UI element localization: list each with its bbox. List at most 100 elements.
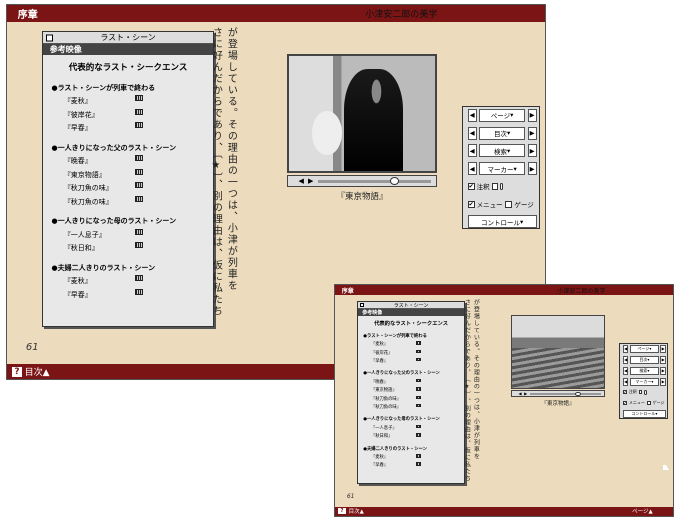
- page-next-button[interactable]: ▶: [660, 344, 666, 353]
- search-next-button[interactable]: ▶: [527, 144, 537, 158]
- film-icon[interactable]: [415, 357, 421, 362]
- help-button[interactable]: ?: [338, 508, 346, 515]
- film-item[interactable]: 『秋刀魚の味』: [51, 182, 144, 196]
- page-prev-button[interactable]: ◀: [622, 344, 629, 353]
- film-icon[interactable]: [415, 387, 421, 391]
- toc-footer-button[interactable]: 目次▲: [349, 507, 364, 515]
- film-item[interactable]: 『一人息子』: [363, 424, 421, 433]
- film-icon[interactable]: [135, 275, 144, 282]
- page-footer-button[interactable]: ページ▲: [632, 507, 653, 515]
- reference-video-window[interactable]: ラスト・シーン 参考映像 代表的なラスト・シークエンス ●ラスト・シーンが列車で…: [356, 301, 466, 484]
- video-scrubber[interactable]: [317, 177, 431, 186]
- page-next-button[interactable]: ▶: [527, 108, 537, 122]
- marker-prev-button[interactable]: ◀: [622, 377, 629, 386]
- film-item[interactable]: 『麦秋』: [363, 341, 421, 349]
- scrubber-knob[interactable]: [575, 391, 582, 396]
- toc-menu[interactable]: 目次 ▾: [479, 126, 525, 140]
- film-icon[interactable]: [415, 403, 421, 408]
- film-item[interactable]: 『秋刀魚の味』: [51, 195, 144, 210]
- note-checkbox[interactable]: ✔ 注釈: [622, 388, 637, 396]
- gauge-checkbox[interactable]: ゲージ: [505, 198, 534, 211]
- toc-prev-button[interactable]: ◀: [467, 126, 477, 140]
- film-icon[interactable]: [135, 228, 144, 235]
- toc-next-button[interactable]: ▶: [660, 355, 666, 364]
- video-controller[interactable]: ◀ ▶: [510, 390, 606, 398]
- video-frame[interactable]: [510, 315, 606, 389]
- volume-icon[interactable]: ◀: [299, 177, 304, 185]
- toc-menu[interactable]: 目次 ▾: [630, 355, 659, 364]
- search-prev-button[interactable]: ◀: [622, 366, 629, 375]
- film-icon[interactable]: [135, 108, 144, 115]
- film-icon[interactable]: [135, 242, 144, 249]
- window-titlebar[interactable]: ラスト・シーン: [357, 302, 465, 310]
- help-button[interactable]: ?: [12, 366, 22, 377]
- film-icon[interactable]: [135, 288, 144, 295]
- control-menu[interactable]: コントロール ▾: [622, 409, 666, 418]
- film-item[interactable]: 『秋刀魚の味』: [363, 395, 421, 404]
- film-icon[interactable]: [415, 378, 421, 383]
- film-item[interactable]: 『彼岸花』: [363, 349, 421, 358]
- blank-checkbox[interactable]: [638, 388, 647, 396]
- film-icon[interactable]: [415, 462, 421, 466]
- page-menu[interactable]: ページ ▾: [479, 108, 525, 122]
- film-item[interactable]: 『東京物語』: [363, 387, 421, 395]
- marker-menu[interactable]: マーカー ▾: [479, 162, 525, 176]
- toc-next-button[interactable]: ▶: [527, 126, 537, 140]
- search-next-button[interactable]: ▶: [660, 366, 666, 375]
- film-icon[interactable]: [415, 349, 421, 354]
- menu-checkbox[interactable]: ✔ メニュー: [622, 399, 645, 407]
- toc-footer-button[interactable]: 目次▲: [25, 365, 50, 378]
- film-item[interactable]: 『麦秋』: [51, 95, 144, 109]
- film-item[interactable]: 『早春』: [363, 462, 421, 470]
- film-item[interactable]: 『早春』: [51, 288, 144, 303]
- film-item[interactable]: 『晩春』: [363, 378, 421, 387]
- film-item[interactable]: 『麦秋』: [51, 275, 144, 289]
- page-prev-button[interactable]: ◀: [467, 108, 477, 122]
- note-checkbox[interactable]: ✔ 注釈: [467, 180, 490, 193]
- marker-next-button[interactable]: ▶: [660, 377, 666, 386]
- play-icon[interactable]: ▶: [308, 177, 313, 185]
- film-item[interactable]: 『早春』: [363, 357, 421, 366]
- menu-checkbox[interactable]: ✔ メニュー: [467, 198, 503, 211]
- close-box-icon[interactable]: [45, 34, 53, 42]
- play-icon[interactable]: ▶: [524, 391, 527, 396]
- film-item[interactable]: 『晩春』: [51, 155, 144, 169]
- film-icon[interactable]: [135, 122, 144, 129]
- search-prev-button[interactable]: ◀: [467, 144, 477, 158]
- film-icon[interactable]: [415, 454, 421, 458]
- blank-checkbox[interactable]: [492, 180, 504, 193]
- marker-next-button[interactable]: ▶: [527, 162, 537, 176]
- marker-menu[interactable]: マーカー ▾: [630, 377, 659, 386]
- film-icon[interactable]: [135, 95, 144, 102]
- video-frame[interactable]: [286, 53, 438, 174]
- gauge-checkbox[interactable]: ゲージ: [646, 399, 665, 407]
- toc-prev-button[interactable]: ◀: [622, 355, 629, 364]
- film-item[interactable]: 『秋日和』: [51, 242, 144, 256]
- scrubber-knob[interactable]: [390, 177, 400, 186]
- search-menu[interactable]: 検索 ▾: [630, 366, 659, 375]
- film-icon[interactable]: [415, 341, 421, 345]
- film-item[interactable]: 『東京物語』: [51, 168, 144, 183]
- close-box-icon[interactable]: [359, 303, 364, 308]
- video-scrubber[interactable]: [529, 391, 601, 396]
- reference-video-window[interactable]: ラスト・シーン 参考映像 代表的なラスト・シークエンス ●ラスト・シーンが列車で…: [41, 31, 215, 327]
- video-controller[interactable]: ◀ ▶: [286, 175, 438, 188]
- control-menu[interactable]: コントロール ▾: [467, 215, 537, 229]
- film-icon[interactable]: [415, 395, 421, 400]
- volume-icon[interactable]: ◀: [519, 391, 522, 396]
- film-item[interactable]: 『一人息子』: [51, 228, 144, 243]
- film-icon[interactable]: [415, 433, 421, 437]
- film-icon[interactable]: [135, 155, 144, 162]
- film-item[interactable]: 『早春』: [51, 122, 144, 136]
- film-icon[interactable]: [415, 424, 421, 429]
- film-item[interactable]: 『秋日和』: [363, 433, 421, 441]
- film-item[interactable]: 『麦秋』: [363, 454, 421, 462]
- film-icon[interactable]: [135, 195, 144, 202]
- film-icon[interactable]: [135, 182, 144, 189]
- film-icon[interactable]: [135, 168, 144, 175]
- search-menu[interactable]: 検索 ▾: [479, 144, 525, 158]
- page-menu[interactable]: ページ ▾: [630, 344, 659, 353]
- film-item[interactable]: 『彼岸花』: [51, 108, 144, 123]
- window-titlebar[interactable]: ラスト・シーン: [42, 32, 214, 44]
- film-item[interactable]: 『秋刀魚の味』: [363, 403, 421, 412]
